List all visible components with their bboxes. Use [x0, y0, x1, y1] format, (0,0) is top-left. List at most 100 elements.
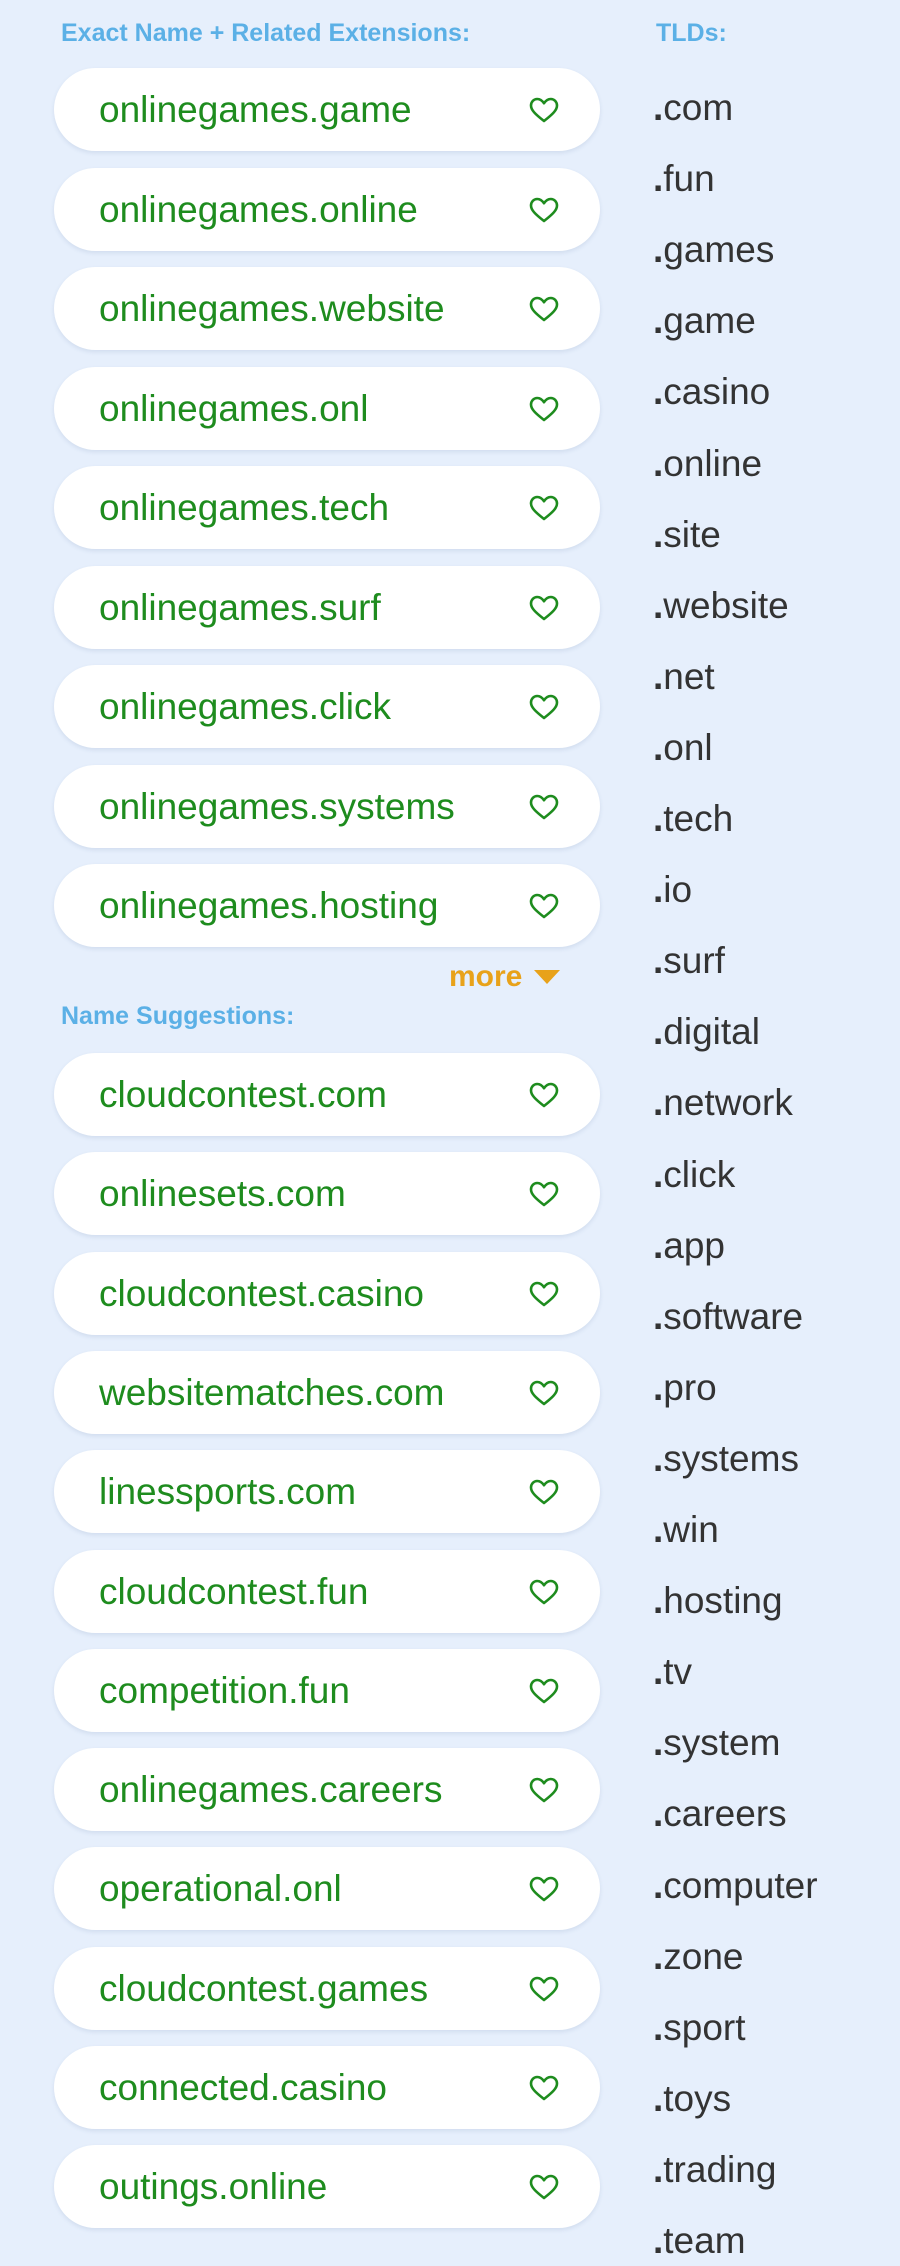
domain-name[interactable]: onlinegames.tech: [99, 466, 389, 549]
exact-name-section-label: Exact Name + Related Extensions:: [61, 19, 471, 47]
domain-pill[interactable]: onlinegames.surf: [54, 565, 600, 649]
tld-item[interactable]: .games: [653, 225, 774, 275]
domain-name[interactable]: onlinegames.surf: [99, 566, 381, 649]
tld-item[interactable]: .software: [653, 1292, 803, 1342]
tld-item[interactable]: .tv: [653, 1647, 692, 1697]
tld-item[interactable]: .app: [653, 1221, 725, 1271]
domain-pill[interactable]: onlinegames.hosting: [54, 864, 600, 947]
domain-pill[interactable]: onlinegames.onl: [54, 366, 600, 450]
heart-outline-icon[interactable]: [529, 197, 559, 223]
heart-outline-icon[interactable]: [529, 1976, 559, 2002]
tld-item[interactable]: .careers: [653, 1789, 787, 1839]
domain-name[interactable]: cloudcontest.casino: [99, 1252, 424, 1335]
domain-name[interactable]: connected.casino: [99, 2046, 387, 2129]
domain-pill[interactable]: onlinesets.com: [54, 1152, 600, 1236]
more-button[interactable]: more: [449, 957, 562, 997]
domain-pill[interactable]: onlinegames.game: [54, 68, 600, 151]
tld-item[interactable]: .digital: [653, 1007, 760, 1057]
domain-pill[interactable]: connected.casino: [54, 2046, 600, 2129]
tld-item[interactable]: .team: [653, 2216, 746, 2266]
domain-name[interactable]: cloudcontest.com: [99, 1053, 387, 1136]
domain-name[interactable]: websitematches.com: [99, 1351, 444, 1434]
domain-name[interactable]: onlinegames.online: [99, 168, 418, 251]
heart-outline-icon[interactable]: [529, 1281, 559, 1307]
domain-pill[interactable]: onlinegames.tech: [54, 466, 600, 549]
domain-name[interactable]: onlinegames.onl: [99, 367, 368, 450]
tld-item[interactable]: .online: [653, 439, 762, 489]
heart-outline-icon[interactable]: [529, 97, 559, 123]
tld-item[interactable]: .surf: [653, 936, 725, 986]
domain-pill[interactable]: onlinegames.online: [54, 167, 600, 251]
tld-item[interactable]: .net: [653, 652, 715, 702]
domain-name[interactable]: outings.online: [99, 2145, 327, 2228]
heart-outline-icon[interactable]: [529, 794, 559, 820]
tld-item[interactable]: .network: [653, 1078, 793, 1128]
tld-item[interactable]: .game: [653, 296, 756, 346]
tld-item[interactable]: .onl: [653, 723, 713, 773]
domain-pill[interactable]: cloudcontest.casino: [54, 1251, 600, 1335]
heart-outline-icon[interactable]: [529, 595, 559, 621]
tld-item[interactable]: .tech: [653, 794, 733, 844]
domain-pill[interactable]: cloudcontest.fun: [54, 1549, 600, 1633]
tld-item[interactable]: .fun: [653, 154, 715, 204]
domain-pill[interactable]: cloudcontest.com: [54, 1053, 600, 1136]
heart-outline-icon[interactable]: [529, 694, 559, 720]
heart-outline-icon[interactable]: [529, 2174, 559, 2200]
tld-item[interactable]: .com: [653, 83, 733, 133]
domain-name[interactable]: onlinegames.systems: [99, 765, 455, 848]
heart-outline-icon[interactable]: [529, 893, 559, 919]
heart-outline-icon[interactable]: [529, 495, 559, 521]
tld-item[interactable]: .zone: [653, 1932, 744, 1982]
domain-pill[interactable]: websitematches.com: [54, 1350, 600, 1434]
tld-label: hosting: [663, 1580, 783, 1622]
tld-item[interactable]: .pro: [653, 1363, 717, 1413]
heart-outline-icon[interactable]: [529, 1678, 559, 1704]
tld-item[interactable]: .website: [653, 581, 789, 631]
tld-item[interactable]: .hosting: [653, 1576, 783, 1626]
domain-name[interactable]: operational.onl: [99, 1847, 342, 1930]
tld-item[interactable]: .win: [653, 1505, 719, 1555]
domain-pill[interactable]: competition.fun: [54, 1648, 600, 1732]
domain-pill[interactable]: onlinegames.systems: [54, 764, 600, 848]
domain-pill[interactable]: onlinegames.website: [54, 267, 600, 350]
heart-outline-icon[interactable]: [529, 1876, 559, 1902]
tld-item[interactable]: .site: [653, 510, 721, 560]
tld-item[interactable]: .sport: [653, 2003, 746, 2053]
heart-outline-icon[interactable]: [529, 1579, 559, 1605]
domain-name[interactable]: cloudcontest.games: [99, 1947, 428, 2030]
domain-pill[interactable]: cloudcontest.games: [54, 1946, 600, 2030]
domain-name[interactable]: cloudcontest.fun: [99, 1550, 368, 1633]
domain-pill[interactable]: onlinegames.careers: [54, 1748, 600, 1832]
heart-outline-icon[interactable]: [529, 2075, 559, 2101]
heart-outline-icon[interactable]: [529, 1777, 559, 1803]
heart-outline-icon[interactable]: [529, 296, 559, 322]
domain-name[interactable]: competition.fun: [99, 1649, 350, 1732]
tld-label: computer: [663, 1864, 818, 1906]
tld-item[interactable]: .click: [653, 1150, 735, 1200]
tld-item[interactable]: .system: [653, 1718, 780, 1768]
domain-name[interactable]: linessports.com: [99, 1450, 356, 1533]
domain-name[interactable]: onlinegames.website: [99, 267, 445, 350]
tld-label: systems: [663, 1437, 799, 1479]
tld-item[interactable]: .trading: [653, 2145, 776, 2195]
heart-outline-icon[interactable]: [529, 1380, 559, 1406]
domain-name[interactable]: onlinesets.com: [99, 1152, 346, 1235]
domain-name[interactable]: onlinegames.hosting: [99, 864, 438, 947]
tld-item[interactable]: .casino: [653, 367, 770, 417]
domain-name[interactable]: onlinegames.game: [99, 68, 412, 151]
domain-pill[interactable]: linessports.com: [54, 1450, 600, 1534]
tld-item[interactable]: .computer: [653, 1861, 818, 1911]
tld-item[interactable]: .io: [653, 865, 692, 915]
heart-outline-icon[interactable]: [529, 1082, 559, 1108]
heart-outline-icon[interactable]: [529, 1479, 559, 1505]
domain-pill[interactable]: operational.onl: [54, 1847, 600, 1931]
tld-item[interactable]: .toys: [653, 2074, 731, 2124]
domain-name[interactable]: onlinegames.careers: [99, 1748, 442, 1831]
domain-pill[interactable]: outings.online: [54, 2145, 600, 2229]
domain-pill[interactable]: onlinegames.click: [54, 665, 600, 748]
tld-item[interactable]: .systems: [653, 1434, 799, 1484]
heart-outline-icon[interactable]: [529, 1181, 559, 1207]
tlds-section-label: TLDs:: [656, 19, 727, 47]
domain-name[interactable]: onlinegames.click: [99, 665, 391, 748]
heart-outline-icon[interactable]: [529, 396, 559, 422]
